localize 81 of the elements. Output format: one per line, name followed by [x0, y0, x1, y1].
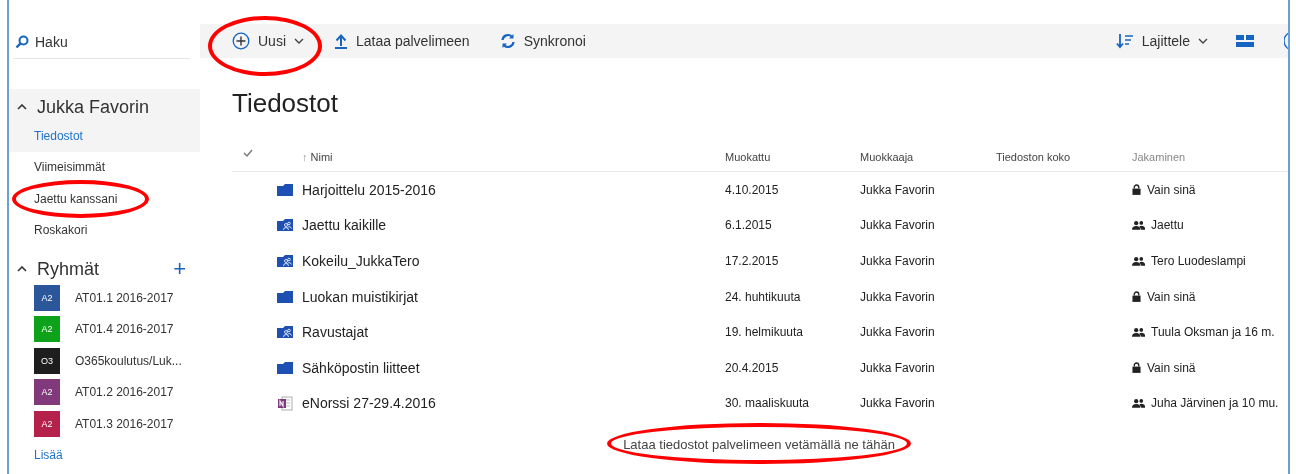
- sharing-status: Juha Järvinen ja 10 mu.: [1151, 396, 1279, 411]
- table-cell-text: Jukka Favorin: [860, 182, 936, 197]
- table-cell-text: Jukka Favorin: [860, 218, 936, 233]
- lock-icon: [1132, 184, 1141, 196]
- group-tile: A2: [34, 379, 60, 406]
- folder-icon: [277, 361, 293, 374]
- sort-button[interactable]: Lajittele: [1115, 33, 1208, 49]
- group-tile: A2: [34, 410, 60, 437]
- column-header[interactable]: Muokattu: [725, 151, 860, 163]
- account-name: Jukka Favorin: [37, 96, 150, 118]
- people-icon: [1132, 256, 1145, 266]
- group-item[interactable]: AT01.4 2016-2017: [75, 322, 174, 337]
- notebook-icon: [277, 395, 293, 412]
- add-group-button[interactable]: +: [173, 258, 186, 280]
- toolbar-button[interactable]: Lataa palvelimeen: [334, 33, 470, 49]
- shared-folder-icon: [277, 219, 293, 232]
- shared-folder-icon: [277, 255, 293, 267]
- people-icon: [1132, 327, 1145, 338]
- sharing-status: Vain sinä: [1147, 360, 1196, 375]
- tiles-view-icon[interactable]: [1236, 35, 1254, 47]
- folder-icon: [277, 290, 293, 303]
- group-tile: A2: [34, 316, 60, 343]
- table-cell-text: Jukka Favorin: [860, 325, 936, 340]
- table-cell-text: 17.2.2015: [725, 254, 780, 268]
- groups-header[interactable]: Ryhmät: [37, 258, 99, 280]
- table-cell-text: 24. huhtikuuta: [725, 289, 802, 304]
- folder-icon: [277, 183, 293, 196]
- file-name[interactable]: Luokan muistikirjat: [302, 288, 725, 305]
- group-tile: O3: [34, 347, 60, 374]
- file-name[interactable]: eNorssi 27-29.4.2016: [302, 395, 725, 412]
- lock-icon: [1132, 362, 1141, 374]
- table-cell-text: 4.10.2015: [725, 182, 780, 197]
- page-title: Tiedostot: [232, 88, 339, 119]
- sharing-status: Vain sinä: [1147, 289, 1196, 304]
- file-name[interactable]: Jaettu kaikille: [302, 217, 725, 234]
- nav-item[interactable]: Jaettu kanssani: [9, 183, 200, 215]
- column-header[interactable]: Muokkaaja: [860, 151, 996, 163]
- file-name[interactable]: Harjoittelu 2015-2016: [302, 181, 725, 198]
- group-item[interactable]: O365koulutus/Luk...: [75, 353, 182, 368]
- file-name[interactable]: Kokeilu_JukkaTero: [302, 253, 725, 269]
- add-icon: [232, 32, 250, 50]
- chevron-icon: [294, 38, 304, 44]
- group-item[interactable]: AT01.2 2016-2017: [75, 385, 174, 400]
- people-icon: [1132, 398, 1145, 409]
- group-item[interactable]: AT01.1 2016-2017: [75, 290, 174, 305]
- toolbar-button[interactable]: Synkronoi: [499, 33, 586, 49]
- people-icon: [1132, 220, 1145, 231]
- file-name[interactable]: Ravustajat: [302, 324, 725, 341]
- toolbar-button[interactable]: Uusi: [232, 32, 304, 50]
- drop-hint: Lataa tiedostot palvelimeen vetämällä ne tähän: [623, 437, 895, 453]
- column-header[interactable]: Tiedoston koko: [996, 151, 1132, 163]
- sync-icon: [499, 33, 516, 49]
- lock-icon: [1132, 291, 1141, 303]
- table-cell-text: 30. maaliskuuta: [725, 396, 811, 411]
- checkmark-icon[interactable]: [243, 149, 253, 157]
- sharing-status: Tero Luodeslampi: [1151, 254, 1246, 268]
- sharing-status: Tuula Oksman ja 16 m.: [1151, 325, 1275, 340]
- nav-item[interactable]: Tiedostot: [9, 120, 200, 152]
- more-link[interactable]: Lisää: [34, 447, 63, 462]
- table-cell-text: Jukka Favorin: [860, 360, 936, 375]
- nav-item[interactable]: Roskakori: [9, 214, 200, 246]
- file-name[interactable]: Sähköpostin liitteet: [302, 359, 725, 376]
- sharing-status: Vain sinä: [1147, 182, 1196, 197]
- chevron-icon: [1198, 38, 1208, 44]
- shared-folder-icon: [277, 326, 293, 339]
- table-cell-text: Jukka Favorin: [860, 289, 936, 304]
- column-header[interactable]: Jakaminen: [1132, 151, 1286, 163]
- sharing-status: Jaettu: [1151, 218, 1184, 233]
- table-cell-text: Jukka Favorin: [860, 254, 936, 268]
- table-cell-text: Jukka Favorin: [860, 396, 936, 411]
- group-item[interactable]: AT01.3 2016-2017: [75, 416, 174, 431]
- upload-icon: [334, 33, 348, 49]
- sort-icon: [1115, 33, 1134, 49]
- column-header[interactable]: ↑ Nimi: [302, 151, 725, 163]
- table-cell-text: 20.4.2015: [725, 360, 780, 375]
- table-cell-text: 6.1.2015: [725, 218, 773, 233]
- search-icon: [15, 35, 29, 49]
- nav-item[interactable]: Viimeisimmät: [9, 151, 200, 183]
- group-tile: A2: [34, 284, 60, 311]
- table-cell-text: 19. helmikuuta: [725, 325, 805, 340]
- search-field[interactable]: Haku: [13, 31, 190, 59]
